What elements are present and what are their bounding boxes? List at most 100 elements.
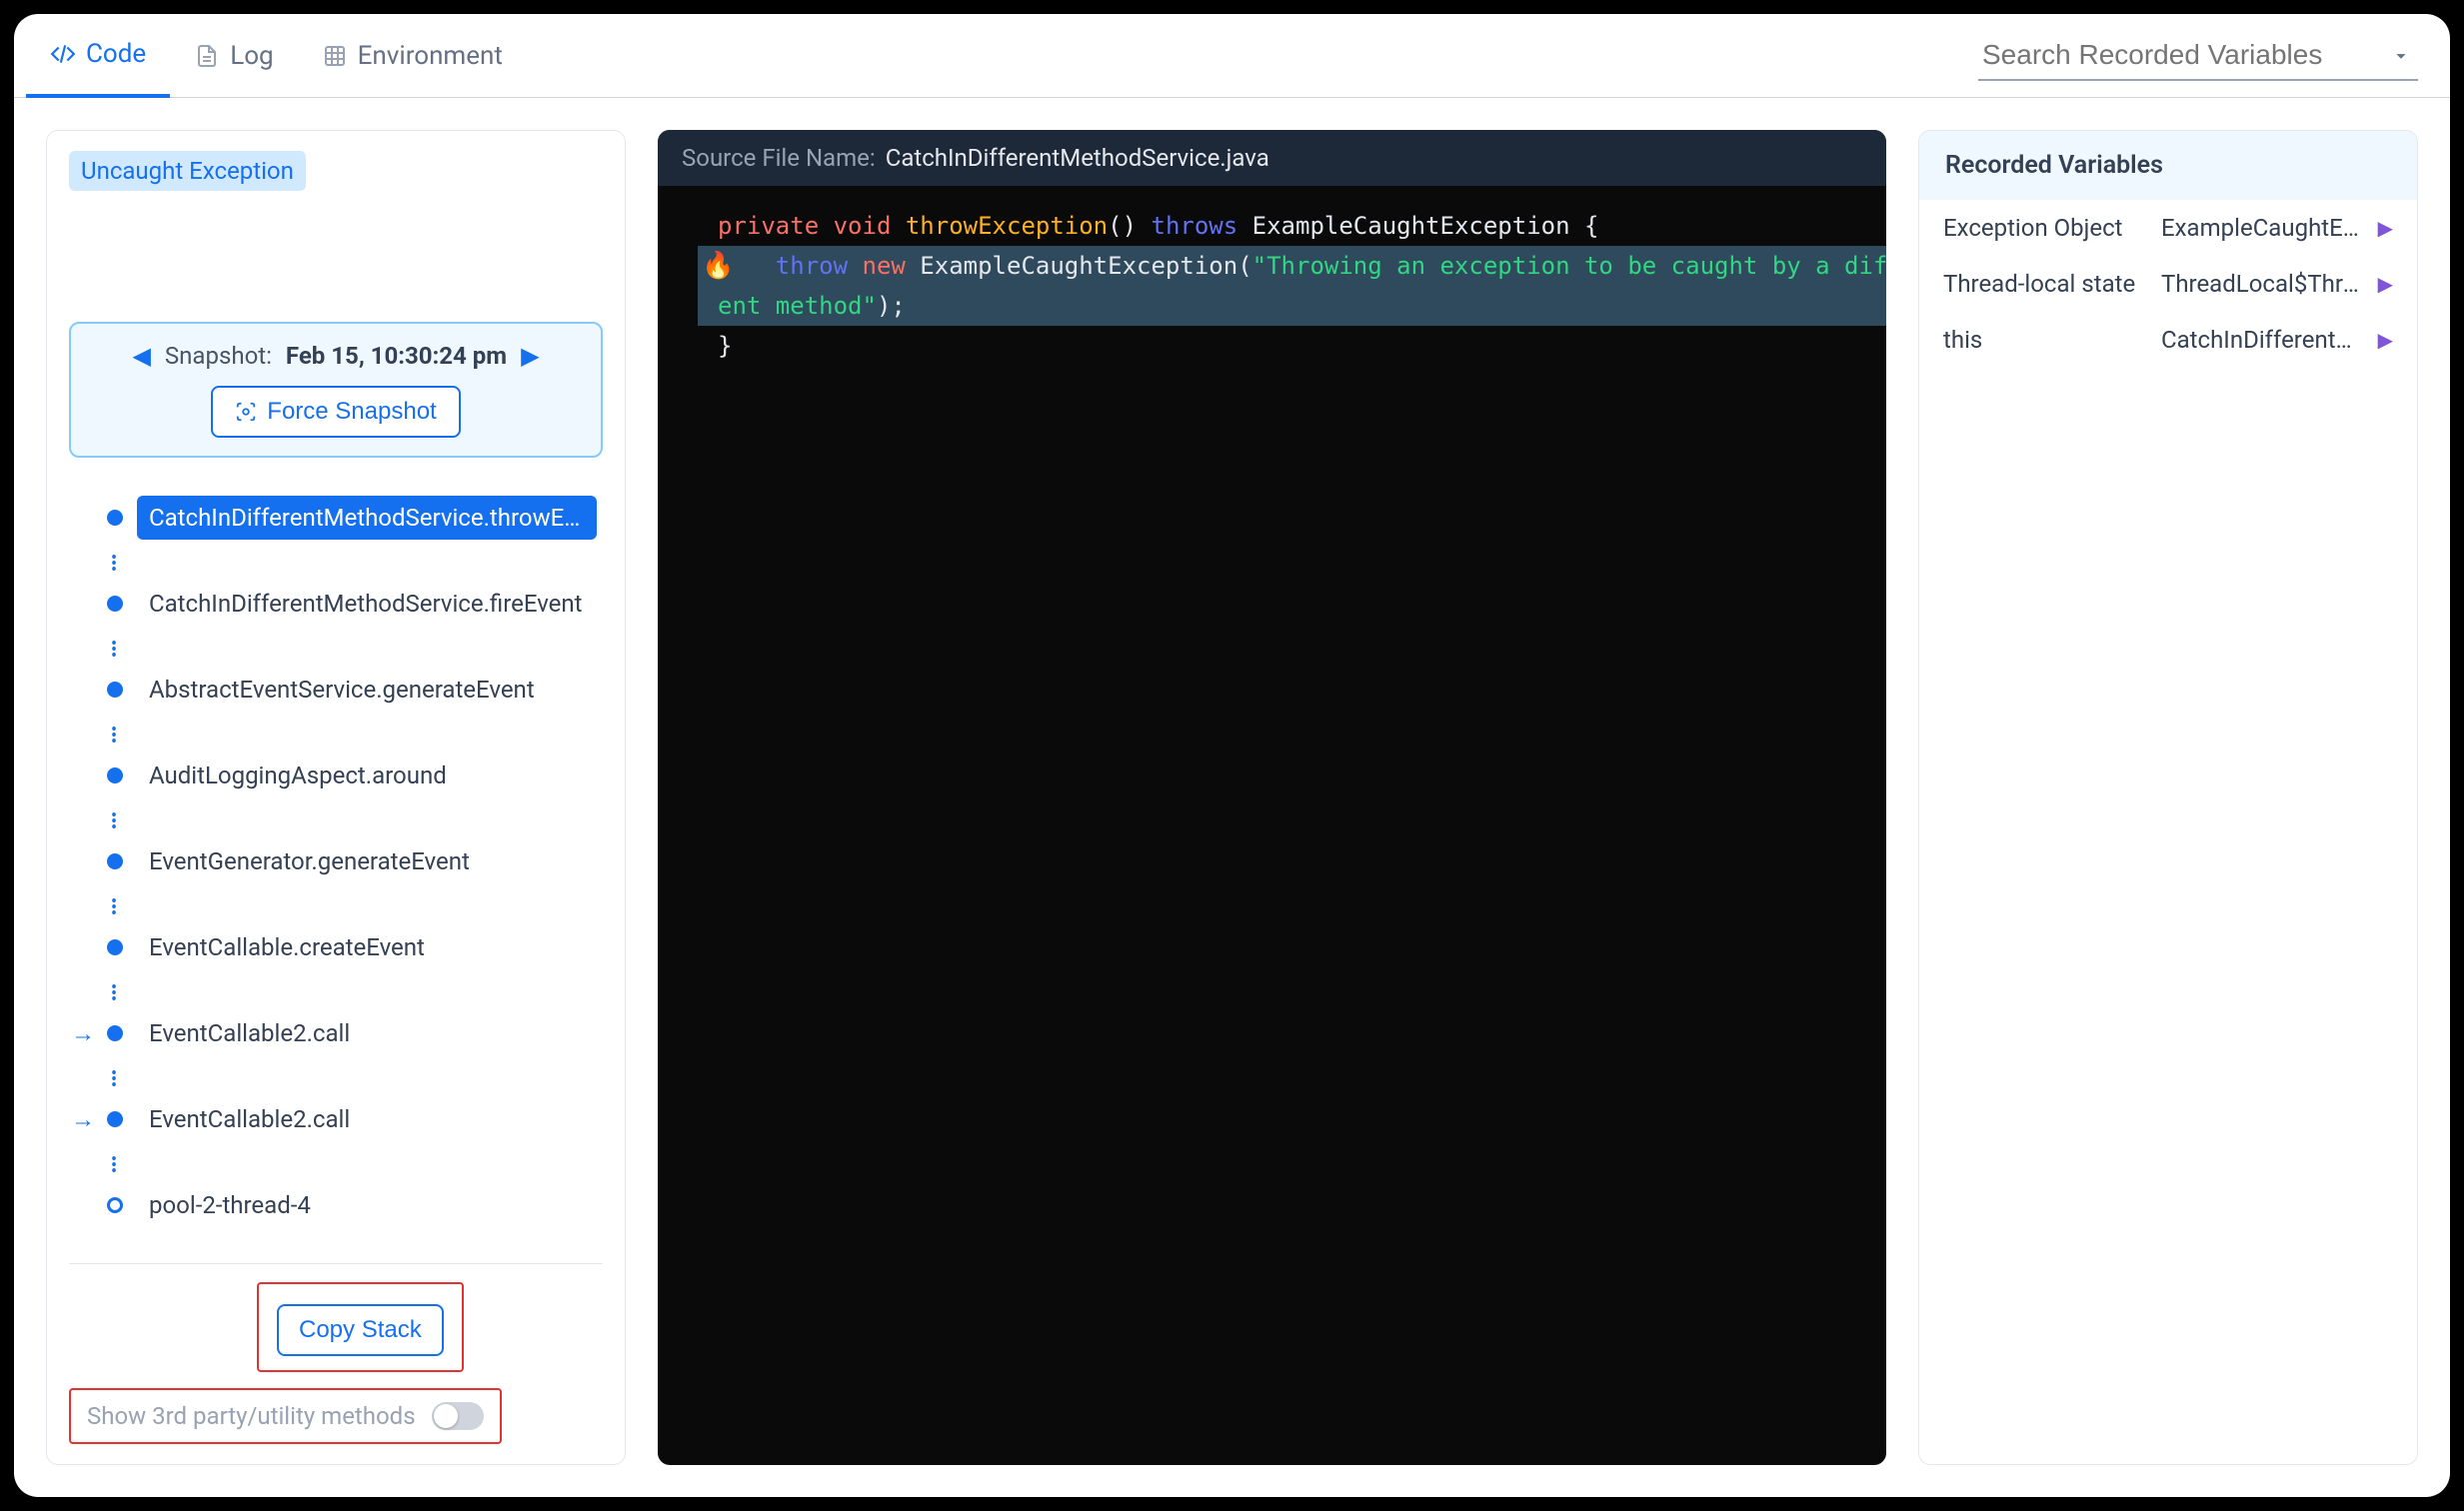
tab-log[interactable]: Log	[170, 14, 297, 98]
snapshot-next-icon[interactable]: ▶	[521, 342, 539, 370]
document-icon	[194, 43, 220, 69]
stack-frame-label: CatchInDifferentMethodService.fireEvent	[137, 582, 595, 626]
code-view: private void throwException() throws Exa…	[658, 186, 1886, 386]
stack-frame-label: AbstractEventService.generateEvent	[137, 668, 547, 712]
label-env: Environment	[69, 263, 203, 264]
grid-icon	[322, 43, 348, 69]
expand-icon[interactable]: ▶	[2378, 272, 2393, 296]
stack-frame-label: EventCallable2.call	[137, 1011, 362, 1055]
stack-frame[interactable]: pool-2-thread-4	[107, 1183, 603, 1227]
copy-stack-highlight: Copy Stack	[257, 1282, 464, 1372]
stack-frame[interactable]: EventGenerator.generateEvent	[107, 839, 603, 883]
expand-icon[interactable]: ▶	[2378, 216, 2393, 240]
value-env: prod	[203, 263, 252, 264]
tab-code-label: Code	[86, 39, 146, 69]
stack-frame[interactable]: CatchInDifferentMethodService.throwEx...	[107, 496, 603, 540]
toggle-3rd-party-highlight: Show 3rd party/utility methods	[69, 1388, 502, 1444]
label-name: Name	[69, 209, 203, 210]
force-snapshot-button[interactable]: Force Snapshot	[211, 386, 460, 438]
stack-dot-icon	[107, 682, 123, 698]
snapshot-prev-icon[interactable]: ◀	[132, 342, 150, 370]
stack-frame[interactable]: AbstractEventService.generateEvent	[107, 668, 603, 712]
value-name: ExampleCaughtException	[203, 209, 476, 210]
snapshot-timestamp: Feb 15, 10:30:24 pm	[286, 342, 507, 370]
variable-row[interactable]: Thread-local state ThreadLocal$ThreadL… ▶	[1919, 256, 2417, 312]
tab-env-label: Environment	[358, 41, 503, 71]
label-first: First seen	[69, 285, 203, 286]
stack-connector-icon: •••	[111, 724, 603, 754]
variables-panel: Recorded Variables Exception Object Examp…	[1918, 130, 2418, 1465]
toggle-3rd-party[interactable]	[432, 1402, 484, 1430]
stack-frame-label: CatchInDifferentMethodService.throwEx...	[137, 496, 597, 540]
value-times: 247,504 (49.9%)	[203, 295, 376, 296]
arrow-right-icon: →	[71, 1019, 95, 1048]
stack-frame-label: EventCallable.createEvent	[137, 925, 437, 969]
stack-dot-icon	[107, 1197, 123, 1213]
code-icon	[50, 41, 76, 67]
stack-trace: CatchInDifferentMethodService.throwEx...…	[69, 496, 603, 1239]
source-header-label: Source File Name:	[682, 144, 876, 172]
label-deploy: Deployment	[69, 274, 203, 275]
label-service: Service	[69, 252, 203, 253]
stack-dot-icon	[107, 596, 123, 612]
stack-dot-icon	[107, 853, 123, 869]
stack-connector-icon: •••	[111, 895, 603, 925]
stack-frame[interactable]: →EventCallable2.call	[107, 1011, 603, 1055]
variable-row[interactable]: Exception Object ExampleCaughtExcept… ▶	[1919, 200, 2417, 256]
stack-frame[interactable]: →EventCallable2.call	[107, 1097, 603, 1141]
capture-icon	[235, 401, 257, 423]
dropdown-caret-icon[interactable]	[2390, 45, 2412, 67]
value-msg: Throwing an exception to be caught by a …	[203, 220, 603, 221]
value-deploy: v5.0.7	[203, 274, 268, 275]
stack-connector-icon: •••	[111, 981, 603, 1011]
snapshot-label: Snapshot:	[165, 342, 272, 370]
stack-frame-label: EventCallable2.call	[137, 1097, 362, 1141]
variable-row[interactable]: this CatchInDifferentMetho… ▶	[1919, 312, 2417, 368]
stack-frame-label: pool-2-thread-4	[137, 1183, 323, 1227]
stack-frame[interactable]: EventCallable.createEvent	[107, 925, 603, 969]
variable-value: ExampleCaughtExcept…	[2161, 214, 2366, 242]
stack-frame-label: EventGenerator.generateEvent	[137, 839, 482, 883]
stack-connector-icon: •••	[111, 1067, 603, 1097]
exception-panel: Uncaught Exception NameExampleCaughtExce…	[46, 130, 626, 1465]
variable-value: CatchInDifferentMetho…	[2161, 326, 2366, 354]
value-origin: CatchInDifferentMethodService.throwExcep	[203, 230, 603, 231]
exception-badge: Uncaught Exception	[69, 151, 306, 191]
arrow-right-icon: →	[71, 1105, 95, 1134]
value-first: 13/09/2022	[203, 285, 331, 286]
tab-log-label: Log	[230, 41, 273, 71]
label-times: Times	[69, 295, 203, 296]
stack-connector-icon: •••	[111, 638, 603, 668]
source-file-name: CatchInDifferentMethodService.java	[886, 144, 1269, 172]
tab-code[interactable]: Code	[26, 14, 170, 98]
flame-icon: 🔥	[702, 246, 734, 286]
label-msg: Msg	[69, 220, 203, 221]
variable-value: ThreadLocal$ThreadL…	[2161, 270, 2366, 298]
stack-connector-icon: •••	[111, 1153, 603, 1183]
force-snapshot-label: Force Snapshot	[267, 398, 436, 426]
value-service: users	[203, 252, 262, 253]
stack-dot-icon	[107, 1111, 123, 1127]
stack-frame-label: AuditLoggingAspect.around	[137, 754, 459, 797]
stack-frame[interactable]: CatchInDifferentMethodService.fireEvent	[107, 582, 603, 626]
label-server: Server	[69, 241, 203, 242]
tab-environment[interactable]: Environment	[298, 14, 527, 98]
variables-header: Recorded Variables	[1919, 131, 2417, 200]
value-server: 8bbf044ead6e	[203, 241, 358, 242]
stack-dot-icon	[107, 510, 123, 526]
variable-name: Exception Object	[1943, 214, 2149, 242]
stack-dot-icon	[107, 939, 123, 955]
expand-icon[interactable]: ▶	[2378, 328, 2393, 352]
toggle-3rd-party-label: Show 3rd party/utility methods	[87, 1402, 416, 1430]
search-input[interactable]	[1978, 31, 2418, 81]
copy-stack-button[interactable]: Copy Stack	[277, 1304, 444, 1356]
tab-bar: Code Log Environment	[14, 14, 2450, 98]
stack-dot-icon	[107, 767, 123, 783]
stack-connector-icon: •••	[111, 809, 603, 839]
variable-name: Thread-local state	[1943, 270, 2149, 298]
stack-frame[interactable]: AuditLoggingAspect.around	[107, 754, 603, 797]
stack-dot-icon	[107, 1025, 123, 1041]
snapshot-box: ◀ Snapshot: Feb 15, 10:30:24 pm ▶ Force …	[69, 322, 603, 458]
label-origin: Origin	[69, 230, 203, 231]
variable-name: this	[1943, 326, 2149, 354]
